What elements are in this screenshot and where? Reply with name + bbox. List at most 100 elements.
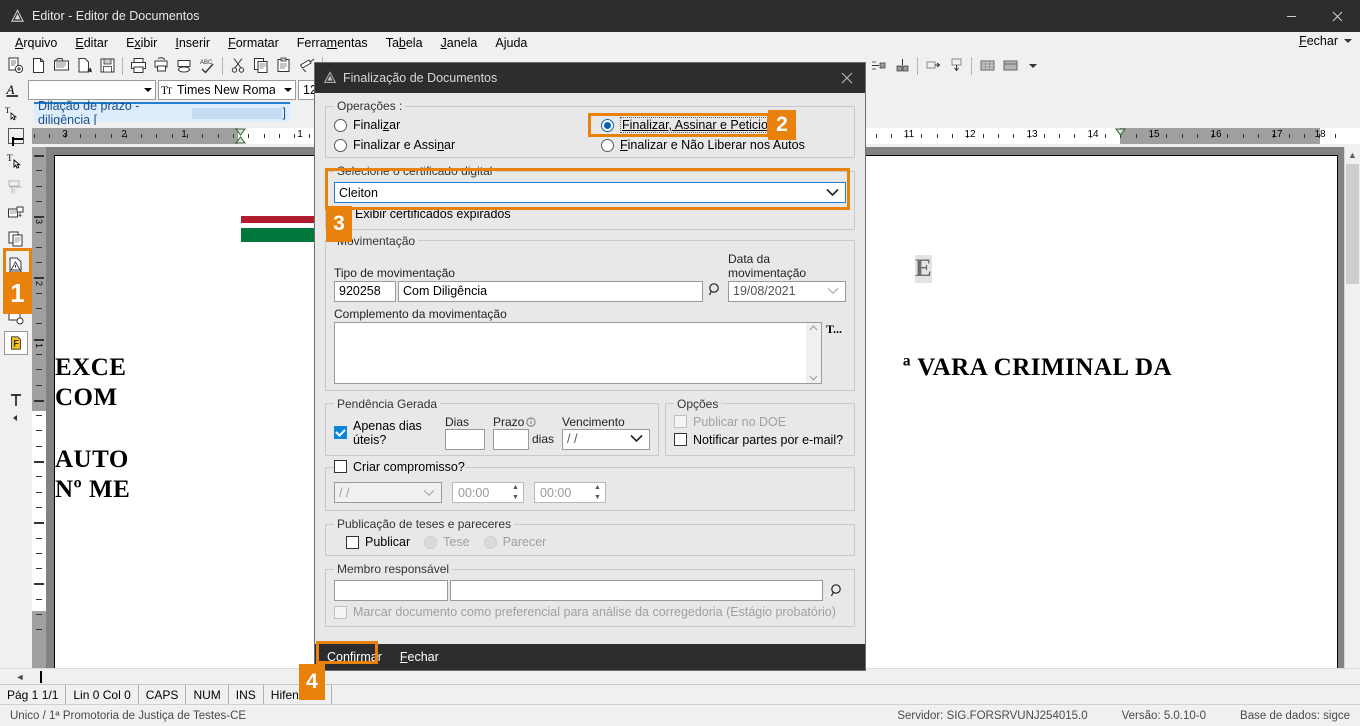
menu-tabela[interactable]: Tabela — [377, 34, 432, 52]
business-days-checkbox[interactable]: Apenas dias úteis? — [334, 419, 437, 450]
paste-icon[interactable] — [273, 55, 295, 77]
days-input[interactable] — [444, 428, 485, 450]
insert-field-icon[interactable] — [4, 201, 28, 225]
text-tool-icon[interactable] — [4, 389, 28, 413]
svg-text:T: T — [7, 153, 13, 163]
dialog-close-button[interactable] — [829, 63, 865, 93]
open-recent-icon[interactable] — [73, 55, 95, 77]
ruler-tick — [1303, 134, 1305, 138]
indent-marker-left[interactable] — [235, 128, 246, 144]
menu-ferramentas[interactable]: Ferramentas — [288, 34, 377, 52]
paragraph-style-combo[interactable] — [28, 80, 156, 100]
spin-up-icon[interactable]: ▲ — [508, 483, 523, 493]
notify-email-checkbox[interactable]: Notificar partes por e-mail? — [674, 433, 843, 447]
spin-up-icon-2[interactable]: ▲ — [590, 483, 605, 493]
doc-line-3: AUTO — [55, 446, 129, 473]
member-name-input[interactable] — [450, 580, 823, 601]
movement-date-field[interactable]: 19/08/2021 — [728, 280, 846, 302]
certificate-select[interactable]: Cleiton — [334, 182, 846, 203]
indent-marker-right[interactable] — [1115, 128, 1126, 144]
ruler-tick — [936, 134, 938, 138]
movement-complement-textarea[interactable] — [335, 323, 806, 383]
vruler-tick — [36, 323, 42, 325]
print-preview-icon[interactable] — [150, 55, 172, 77]
new-document-icon[interactable] — [4, 55, 26, 77]
movement-search-icon[interactable] — [706, 281, 724, 299]
font-color-icon[interactable]: A — [2, 79, 24, 101]
chevron-down-icon-certificate — [826, 186, 839, 200]
print-setup-icon[interactable] — [173, 55, 195, 77]
show-expired-checkbox[interactable]: Exibir certificados expirados — [334, 207, 511, 221]
appointment-time-start[interactable]: 00:00 ▲ ▼ — [452, 482, 524, 503]
chevron-down-icon[interactable] — [1344, 39, 1352, 43]
radio-finalizar-assinar[interactable]: Finalizar e Assinar — [334, 138, 599, 152]
document-tab-label[interactable]: Dilação de prazo - diligência [] — [34, 99, 290, 127]
split-cells-icon[interactable] — [891, 55, 913, 77]
sidebar-overflow-icon[interactable] — [4, 413, 28, 423]
print-icon[interactable] — [127, 55, 149, 77]
complement-side-label[interactable]: T... — [822, 322, 846, 337]
chevron-down-icon-appointment — [423, 486, 435, 500]
due-date-select[interactable]: / / — [562, 428, 650, 450]
merge-cells-icon[interactable] — [868, 55, 890, 77]
menu-inserir[interactable]: Inserir — [166, 34, 219, 52]
table-grid-icon[interactable] — [976, 55, 998, 77]
ruler-tick — [232, 134, 234, 138]
status-ins[interactable]: INS — [229, 685, 264, 704]
menu-arquivo[interactable]: Arquivo — [6, 34, 66, 52]
spin-down-icon[interactable]: ▼ — [508, 493, 523, 503]
appointment-time-end[interactable]: 00:00 ▲ ▼ — [534, 482, 606, 503]
menu-editar[interactable]: Editar — [66, 34, 117, 52]
duplicate-document-icon[interactable] — [4, 227, 28, 251]
copy-icon[interactable] — [250, 55, 272, 77]
menu-ajuda[interactable]: Ajuda — [486, 34, 536, 52]
vertical-scroll-thumb[interactable] — [1346, 164, 1359, 284]
radio-finalizar-assinar-peticionar[interactable]: Finalizar, Assinar e Peticionar — [599, 117, 846, 133]
movement-type-code[interactable]: 920258 — [334, 280, 396, 302]
status-num[interactable]: NUM — [186, 685, 229, 704]
ruler-tick — [875, 134, 877, 138]
spin-down-icon-2[interactable]: ▼ — [590, 493, 605, 503]
member-code-input[interactable] — [334, 580, 448, 601]
open-folder-icon[interactable] — [50, 55, 72, 77]
appointment-checkbox[interactable]: Criar compromisso? — [334, 460, 465, 474]
horizontal-scroll-row[interactable]: ◄ — [0, 668, 1360, 684]
spellcheck-icon[interactable]: ABC — [196, 55, 218, 77]
insert-column-icon[interactable] — [945, 55, 967, 77]
table-style-icon[interactable] — [999, 55, 1021, 77]
publish-checkbox[interactable]: Publicar — [346, 535, 410, 549]
menu-formatar[interactable]: Formatar — [219, 34, 288, 52]
radio-finalizar[interactable]: Finalizar — [334, 117, 599, 133]
text-select-icon[interactable]: T — [2, 102, 24, 124]
insert-row-icon[interactable] — [922, 55, 944, 77]
finalize-document-icon[interactable]: F — [4, 331, 28, 355]
movement-type-name[interactable]: Com Diligência — [398, 280, 703, 302]
toolbar-overflow-icon[interactable] — [1022, 55, 1044, 77]
font-name-combo[interactable]: TT Times New Roman — [158, 80, 296, 100]
menu-janela[interactable]: Janela — [432, 34, 487, 52]
radio-finalizar-nao-liberar[interactable]: Finalizar e Não Liberar nos Autos — [599, 138, 846, 152]
member-search-icon[interactable] — [828, 582, 846, 600]
appointment-time-start-spinner[interactable]: ▲ ▼ — [508, 483, 523, 502]
appointment-time-end-spinner[interactable]: ▲ ▼ — [590, 483, 605, 502]
complement-scrollbar[interactable] — [806, 322, 821, 383]
text-cursor-icon[interactable]: T — [4, 149, 28, 173]
vertical-scrollbar[interactable]: ▲ — [1344, 147, 1360, 668]
scroll-left-arrow-icon[interactable]: ◄ — [0, 672, 40, 682]
confirm-button[interactable]: Confirmar — [323, 648, 386, 666]
blank-page-icon[interactable] — [27, 55, 49, 77]
save-icon[interactable] — [96, 55, 118, 77]
menu-fechar-button[interactable]: Fechar — [1299, 34, 1338, 48]
tab-stop-selector[interactable] — [0, 125, 32, 147]
menu-exibir[interactable]: Exibir — [117, 34, 166, 52]
status-caps[interactable]: CAPS — [139, 685, 187, 704]
scroll-up-arrow-icon[interactable]: ▲ — [1345, 147, 1360, 163]
term-input[interactable] — [492, 428, 529, 450]
appointment-date-select[interactable]: / / — [334, 482, 442, 503]
minimize-button[interactable] — [1268, 0, 1314, 32]
cut-icon[interactable] — [227, 55, 249, 77]
close-window-button[interactable] — [1314, 0, 1360, 32]
dialog-close-text-button[interactable]: Fechar — [396, 648, 443, 666]
doc-line-2: COM — [55, 384, 118, 411]
chevron-down-icon-date — [827, 284, 839, 298]
